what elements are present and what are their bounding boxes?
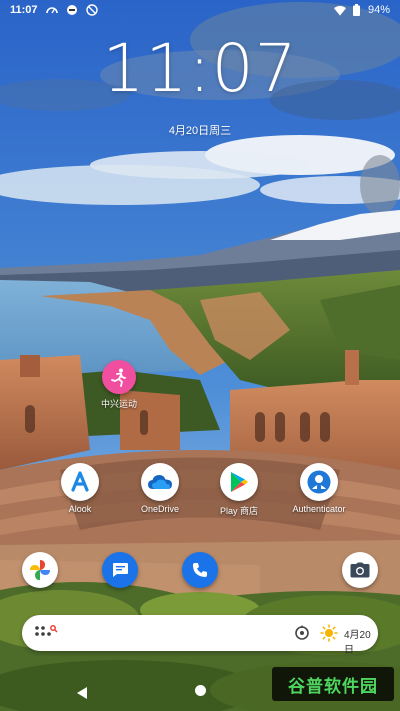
sun-icon: [320, 624, 338, 646]
message-icon: [102, 552, 138, 588]
lens-icon[interactable]: [294, 625, 310, 645]
person-lock-icon: [300, 463, 338, 501]
gauge-icon: [45, 4, 58, 16]
status-time: 11:07: [10, 4, 38, 16]
watermark-logo: 谷普软件园: [272, 667, 394, 701]
clock-widget-date[interactable]: 4月20日周三: [0, 122, 400, 138]
home-button[interactable]: [195, 685, 206, 696]
app-label: Alook: [68, 504, 92, 514]
apps-dots-icon[interactable]: [34, 625, 58, 645]
battery-icon: [351, 4, 363, 16]
back-icon[interactable]: [77, 684, 87, 703]
status-bar: 11:07 94%: [0, 0, 400, 22]
battery-percent: 94%: [367, 4, 390, 16]
app-play-store[interactable]: Play 商店: [204, 463, 274, 517]
running-person-icon: [102, 360, 136, 394]
app-label: Authenticator: [292, 504, 346, 514]
clock-widget-time[interactable]: 11:07: [0, 30, 400, 107]
search-bar-date[interactable]: 4月20日: [344, 626, 378, 656]
dock-camera[interactable]: [325, 552, 395, 588]
app-notification-icon: [66, 4, 78, 16]
app-label: 中兴运动: [100, 399, 137, 409]
search-bar[interactable]: 4月20日: [22, 615, 378, 656]
app-onedrive[interactable]: OneDrive: [125, 463, 195, 514]
dnd-off-icon: [85, 4, 98, 16]
pinwheel-icon: [22, 552, 58, 588]
camera-icon: [342, 552, 378, 588]
dock-photos[interactable]: [5, 552, 75, 588]
dock-phone[interactable]: [165, 552, 235, 588]
app-label: Play 商店: [219, 506, 258, 516]
cloud-icon: [141, 463, 179, 501]
app-zhongxing-sport[interactable]: 中兴运动: [84, 360, 154, 410]
phone-icon: [182, 552, 218, 588]
app-alook[interactable]: Alook: [45, 463, 115, 514]
app-label: OneDrive: [140, 504, 179, 514]
play-triangle-icon: [220, 463, 258, 501]
app-authenticator[interactable]: Authenticator: [284, 463, 354, 514]
dock-messages[interactable]: [85, 552, 155, 588]
wifi-icon: [333, 4, 346, 16]
letter-a-icon: [61, 463, 99, 501]
